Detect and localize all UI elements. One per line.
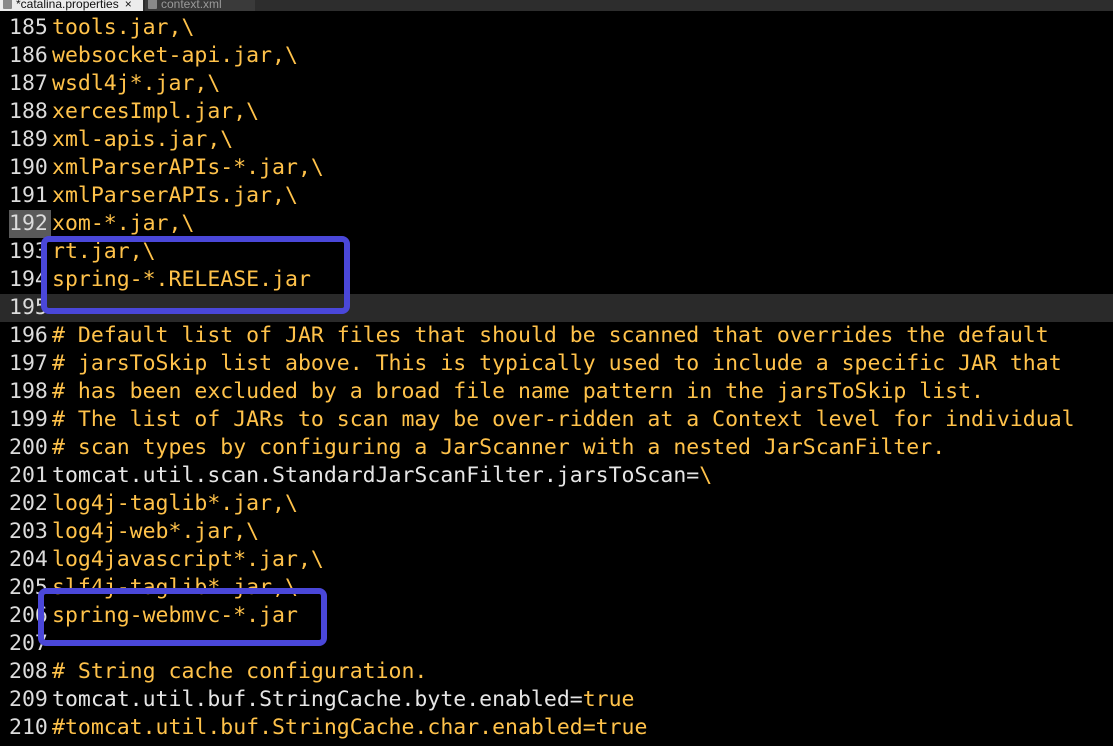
- line-number: 197: [9, 351, 48, 376]
- line-content: tools.jar,\: [52, 15, 195, 40]
- line-number: 210: [9, 715, 48, 740]
- line-number: 187: [9, 71, 48, 96]
- code-line[interactable]: 200 # scan types by configuring a JarScan…: [0, 434, 1113, 462]
- line-number: 186: [9, 43, 48, 68]
- line-content: tomcat.util.buf.StringCache.byte.enabled…: [52, 687, 583, 712]
- line-text: xml-apis.jar,\: [52, 126, 233, 154]
- line-content: log4javascript*.jar,\: [52, 547, 324, 572]
- line-text: xmlParserAPIs.jar,\: [52, 182, 298, 210]
- code-line[interactable]: 210 #tomcat.util.buf.StringCache.char.ena…: [0, 714, 1113, 742]
- line-text: websocket-api.jar,\: [52, 42, 298, 70]
- line-number: 191: [9, 183, 48, 208]
- code-line[interactable]: 209 tomcat.util.buf.StringCache.byte.enab…: [0, 686, 1113, 714]
- line-number: 196: [9, 323, 48, 348]
- line-number: 203: [9, 519, 48, 544]
- highlight-box-spring-release: [41, 236, 350, 314]
- line-number: 198: [9, 379, 48, 404]
- line-content: xercesImpl.jar,\: [52, 99, 260, 124]
- line-text: log4j-web*.jar,\: [52, 518, 259, 546]
- code-line[interactable]: 192 xom-*.jar,\: [0, 210, 1113, 238]
- line-content: xmlParserAPIs-*.jar,\: [52, 155, 324, 180]
- code-line[interactable]: 203 log4j-web*.jar,\: [0, 518, 1113, 546]
- line-content: xml-apis.jar,\: [52, 127, 234, 152]
- line-text: log4j-taglib*.jar,\: [52, 490, 298, 518]
- code-line[interactable]: 189 xml-apis.jar,\: [0, 126, 1113, 154]
- line-content: # The list of JARs to scan may be over-r…: [52, 407, 1075, 432]
- line-content: xmlParserAPIs.jar,\: [52, 183, 298, 208]
- code-line[interactable]: 188 xercesImpl.jar,\: [0, 98, 1113, 126]
- line-number: 201: [9, 463, 48, 488]
- line-content: xom-*.jar,\: [52, 211, 195, 236]
- line-number: 200: [9, 435, 48, 460]
- tab-bar: *catalina.properties × context.xml: [0, 0, 1113, 11]
- line-number: 189: [9, 127, 48, 152]
- close-icon[interactable]: ×: [125, 0, 132, 11]
- file-icon: [3, 0, 12, 9]
- code-line[interactable]: 202 log4j-taglib*.jar,\: [0, 490, 1113, 518]
- line-content: log4j-taglib*.jar,\: [52, 491, 298, 516]
- tab-label: *catalina.properties: [16, 0, 119, 11]
- line-content: log4j-web*.jar,\: [52, 519, 260, 544]
- line-text: # has been excluded by a broad file name…: [52, 378, 984, 406]
- code-line[interactable]: 208 # String cache configuration.: [0, 658, 1113, 686]
- line-text: log4javascript*.jar,\: [52, 546, 324, 574]
- line-text: # jarsToSkip list above. This is typical…: [52, 350, 1062, 378]
- tab-label: context.xml: [161, 0, 222, 11]
- line-number: 199: [9, 407, 48, 432]
- xml-file-icon: [148, 0, 157, 9]
- property-value: \: [699, 463, 713, 488]
- property-value: true: [582, 687, 635, 712]
- line-text: xercesImpl.jar,\: [52, 98, 259, 126]
- code-line[interactable]: 190 xmlParserAPIs-*.jar,\: [0, 154, 1113, 182]
- highlight-box-spring-webmvc: [38, 588, 327, 646]
- line-number: 185: [9, 15, 48, 40]
- line-content: tomcat.util.scan.StandardJarScanFilter.j…: [52, 463, 700, 488]
- line-content: # jarsToSkip list above. This is typical…: [52, 351, 1062, 376]
- line-text: # The list of JARs to scan may be over-r…: [52, 406, 1075, 434]
- line-text: tools.jar,\: [52, 14, 194, 42]
- line-text: tomcat.util.scan.StandardJarScanFilter.j…: [52, 462, 712, 490]
- line-text: # Default list of JAR files that should …: [52, 322, 1049, 350]
- code-line[interactable]: 199 # The list of JARs to scan may be ove…: [0, 406, 1113, 434]
- code-line[interactable]: 187 wsdl4j*.jar,\: [0, 70, 1113, 98]
- line-text: # scan types by configuring a JarScanner…: [52, 434, 945, 462]
- code-line[interactable]: 191 xmlParserAPIs.jar,\: [0, 182, 1113, 210]
- line-number: 208: [9, 659, 48, 684]
- code-line[interactable]: 198 # has been excluded by a broad file n…: [0, 378, 1113, 406]
- line-content: # has been excluded by a broad file name…: [52, 379, 984, 404]
- code-line[interactable]: 196 # Default list of JAR files that shou…: [0, 322, 1113, 350]
- code-line[interactable]: 197 # jarsToSkip list above. This is typi…: [0, 350, 1113, 378]
- tab-catalina-properties[interactable]: *catalina.properties ×: [0, 0, 143, 11]
- line-content: websocket-api.jar,\: [52, 43, 298, 68]
- line-number: 209: [9, 687, 48, 712]
- line-content: wsdl4j*.jar,\: [52, 71, 221, 96]
- line-content: # Default list of JAR files that should …: [52, 323, 1049, 348]
- code-line[interactable]: 185 tools.jar,\: [0, 14, 1113, 42]
- code-line[interactable]: 201 tomcat.util.scan.StandardJarScanFilte…: [0, 462, 1113, 490]
- line-text: xmlParserAPIs-*.jar,\: [52, 154, 324, 182]
- line-text: #tomcat.util.buf.StringCache.char.enable…: [52, 714, 647, 742]
- line-text: wsdl4j*.jar,\: [52, 70, 220, 98]
- line-number: 204: [9, 547, 48, 572]
- line-content: # String cache configuration.: [52, 659, 428, 684]
- tab-context-xml[interactable]: context.xml: [145, 0, 255, 11]
- line-number: 188: [9, 99, 48, 124]
- line-number: 202: [9, 491, 48, 516]
- line-content: # scan types by configuring a JarScanner…: [52, 435, 946, 460]
- line-text: # String cache configuration.: [52, 658, 427, 686]
- code-line[interactable]: 204 log4javascript*.jar,\: [0, 546, 1113, 574]
- line-text: xom-*.jar,\: [52, 210, 194, 238]
- line-number: 192: [9, 210, 51, 238]
- code-line[interactable]: 186 websocket-api.jar,\: [0, 42, 1113, 70]
- line-text: tomcat.util.buf.StringCache.byte.enabled…: [52, 686, 635, 714]
- line-content: #tomcat.util.buf.StringCache.char.enable…: [52, 715, 648, 740]
- line-number: 190: [9, 155, 48, 180]
